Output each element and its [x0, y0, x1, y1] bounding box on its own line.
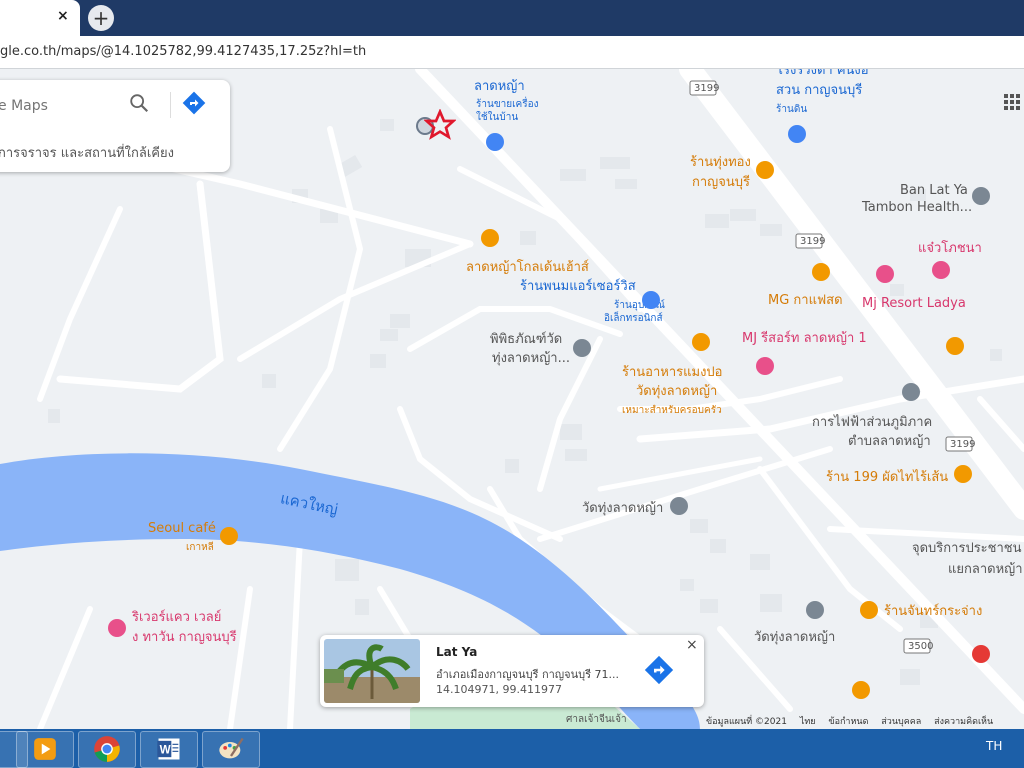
government-pin-icon[interactable] [902, 383, 920, 401]
place-river-kwae-line2: ง ทาวัน กาญจนบุรี [132, 630, 237, 645]
place-electronics-line2: อิเล็กทรอนิกส์ [604, 313, 663, 324]
search-nearby-label[interactable]: การจราจร และสถานที่ใกล้เคียง [0, 142, 174, 163]
hotel-pin-icon[interactable] [876, 265, 894, 283]
hospital-pin-icon[interactable] [972, 645, 990, 663]
place-mg-coffee[interactable]: MG กาแฟสด [768, 293, 843, 309]
place-jaeo[interactable]: แจ๋วโภชนา [918, 241, 982, 257]
map-footer: ข้อมูลแผนที่ ©2021 ไทย ข้อกำหนด ส่วนบุคค… [706, 714, 1003, 728]
restaurant-pin-icon[interactable] [946, 337, 964, 355]
place-service-point[interactable]: จุดบริการประชาชน [912, 541, 1022, 557]
browser-tab-bar: × + [0, 0, 1024, 36]
star-icon [424, 109, 456, 140]
paint-icon [219, 737, 244, 759]
temple-pin-icon[interactable] [670, 497, 688, 515]
close-icon[interactable]: × [686, 637, 698, 653]
directions-icon[interactable] [182, 91, 206, 115]
place-seoul-cafe-sub: เกาหลี [186, 542, 214, 553]
search-divider [170, 92, 171, 118]
place-shrine: ศาลเจ้าจีนเจ้า [566, 714, 627, 725]
road-shield-3500: 3500 [908, 641, 934, 652]
chrome-icon [94, 736, 120, 762]
place-wat-thung-lat-ya-2[interactable]: วัดทุ่งลาดหญ้า [754, 630, 835, 646]
restaurant-pin-icon[interactable] [220, 527, 238, 545]
search-icon[interactable] [128, 92, 150, 114]
url-text[interactable]: gle.co.th/maps/@14.1025782,99.4127435,17… [0, 44, 366, 59]
tab-close-icon[interactable]: × [57, 8, 69, 24]
terms-link[interactable]: ข้อกำหนด [828, 717, 868, 727]
place-ban-lat-ya[interactable]: Ban Lat Ya [900, 183, 968, 199]
svg-text:W: W [160, 744, 171, 757]
place-river-kwae[interactable]: ริเวอร์แคว เวลย์ [132, 610, 221, 626]
place-pea[interactable]: การไฟฟ้าส่วนภูมิภาค [812, 415, 932, 431]
museum-pin-icon[interactable] [573, 339, 591, 357]
address-bar[interactable]: gle.co.th/maps/@14.1025782,99.4127435,17… [0, 36, 1024, 69]
language-indicator[interactable]: TH [986, 739, 1002, 753]
place-restaurant-mangpo-line2: วัดทุ่งลาดหญ้า [636, 384, 718, 399]
place-service-point-line2: แยกลาดหญ้า [948, 562, 1023, 577]
health-pin-icon[interactable] [972, 187, 990, 205]
taskbar-paint[interactable] [202, 731, 260, 768]
cafe-pin-icon[interactable] [812, 263, 830, 281]
place-thung-thong-line2: กาญจนบุรี [692, 175, 750, 190]
temple-pin-icon[interactable] [806, 601, 824, 619]
restaurant-pin-icon[interactable] [860, 601, 878, 619]
directions-icon[interactable] [644, 655, 674, 685]
place-info-card[interactable]: Lat Ya อำเภอเมืองกาญจนบุรี กาญจนบุรี 71.… [320, 635, 704, 707]
place-top-right-shop: ร้านดิน [776, 104, 808, 115]
place-thung-thong[interactable]: ร้านทุ่งทอง [690, 155, 751, 171]
place-top-right-line2: สวน กาญจนบุรี [776, 83, 863, 98]
place-seoul-cafe[interactable]: Seoul café [148, 521, 216, 537]
hotel-pin-icon[interactable] [108, 619, 126, 637]
place-pad-thai[interactable]: ร้าน 199 ผัดไทไร้เส้น [826, 470, 948, 486]
road-shield-3199: 3199 [694, 83, 720, 94]
restaurant-pin-icon[interactable] [852, 681, 870, 699]
restaurant-pin-icon[interactable] [692, 333, 710, 351]
place-coordinates: 14.104971, 99.411977 [436, 683, 562, 696]
shopping-pin-icon[interactable] [486, 133, 504, 151]
feedback-link[interactable]: ส่งความคิดเห็น [934, 717, 993, 727]
media-player-icon [34, 738, 56, 760]
place-lat-ya[interactable]: ลาดหญ้า [474, 79, 525, 95]
restaurant-pin-icon[interactable] [756, 161, 774, 179]
place-golden-house[interactable]: ลาดหญ้าโกลเด้นเฮ้าส์ [466, 260, 589, 276]
place-address: อำเภอเมืองกาญจนบุรี กาญจนบุรี 71... [436, 668, 619, 681]
place-appliance-shop[interactable]: ร้านขายเครื่อง [476, 98, 539, 111]
privacy-link[interactable]: ส่วนบุคคล [881, 717, 921, 727]
hotel-pin-icon[interactable] [756, 357, 774, 375]
word-icon: W [157, 738, 180, 760]
taskbar-chrome[interactable] [78, 731, 136, 768]
taskbar: W TH [0, 729, 1024, 768]
restaurant-pin-icon[interactable] [954, 465, 972, 483]
search-input[interactable] [0, 90, 180, 122]
place-restaurant-mangpo-desc: เหมาะสำหรับครอบครัว [622, 405, 722, 416]
place-museum-line2: ทุ่งลาดหญ้า... [492, 351, 570, 366]
place-restaurant-mangpo[interactable]: ร้านอาหารแมงปอ [622, 365, 722, 381]
place-mj-resort[interactable]: MJ รีสอร์ท ลาดหญ้า 1 [742, 331, 867, 347]
place-ban-lat-ya-line2: Tambon Health... [862, 200, 973, 215]
trophy-pin-icon[interactable] [481, 229, 499, 247]
shopping-pin-icon[interactable] [642, 291, 660, 309]
map-data-credit: ข้อมูลแผนที่ ©2021 [706, 717, 787, 727]
place-photo[interactable] [324, 639, 420, 703]
hotel-pin-icon[interactable] [932, 261, 950, 279]
place-title: Lat Ya [436, 645, 478, 659]
taskbar-word[interactable]: W [140, 731, 198, 768]
language-link[interactable]: ไทย [800, 717, 816, 727]
shopping-pin-icon[interactable] [788, 125, 806, 143]
place-mj-ladya[interactable]: Mj Resort Ladya [862, 296, 966, 312]
place-pea-line2: ตำบลลาดหญ้า [848, 434, 931, 449]
road-shield-3199: 3199 [800, 236, 826, 247]
place-appliance-shop-line2: ใช้ในบ้าน [476, 112, 519, 123]
place-phanom-air[interactable]: ร้านพนมแอร์เซอร์วิส [520, 279, 636, 295]
browser-tab[interactable]: × [0, 0, 80, 36]
place-chan-krachang[interactable]: ร้านจันทร์กระจ่าง [884, 604, 982, 620]
place-wat-thung-lat-ya[interactable]: วัดทุ่งลาดหญ้า [582, 501, 663, 517]
place-top-right[interactable]: โรงรวิงตา คนงอ [776, 69, 869, 79]
apps-grid-icon[interactable] [1004, 94, 1020, 110]
place-museum[interactable]: พิพิธภัณฑ์วัด [490, 332, 562, 348]
taskbar-media-player[interactable] [16, 731, 74, 768]
new-tab-button[interactable]: + [88, 5, 114, 31]
maps-search-box: การจราจร และสถานที่ใกล้เคียง [0, 80, 230, 172]
road-shield-3199: 3199 [950, 439, 976, 450]
